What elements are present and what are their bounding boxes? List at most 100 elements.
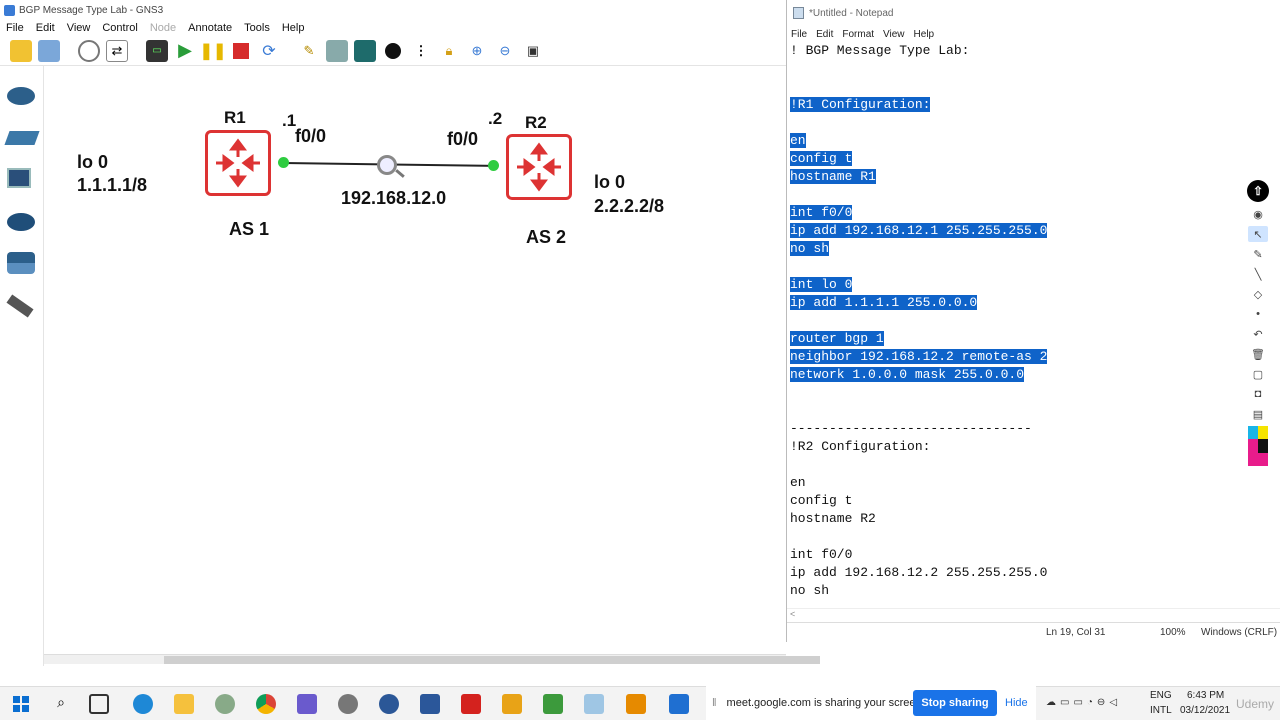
tray-icons[interactable]: ☁▭▭◔⊖◁ (1046, 697, 1121, 708)
clock-time[interactable]: 6:43 PM (1187, 690, 1224, 701)
r1-as-label[interactable]: AS 1 (229, 219, 269, 240)
share-pause-icon: ‖ (712, 697, 717, 709)
edge-icon[interactable] (133, 694, 153, 714)
menu-tools[interactable]: Tools (244, 22, 270, 34)
notepad-line (790, 258, 1250, 276)
lock-icon[interactable]: 🔒︎ (438, 40, 460, 62)
r2-loopback-address[interactable]: 2.2.2.2/8 (594, 196, 664, 217)
snipping-tool-icon[interactable] (215, 694, 235, 714)
notepad-line (790, 78, 1250, 96)
task-view-icon[interactable] (89, 694, 109, 714)
r2-as-label[interactable]: AS 2 (526, 227, 566, 248)
np-menu-edit[interactable]: Edit (816, 29, 833, 40)
notepad-line (790, 384, 1250, 402)
search-icon[interactable]: ⌕ (51, 694, 71, 714)
notepad-line-text: ! BGP Message Type Lab: (790, 43, 970, 58)
menu-annotate[interactable]: Annotate (188, 22, 232, 34)
canvas-horizontal-scrollbar[interactable] (44, 654, 820, 664)
camera-icon[interactable]: ◘ (1248, 386, 1268, 402)
lang-bottom[interactable]: INTL (1150, 705, 1172, 716)
notepad-line (790, 402, 1250, 420)
app-icon-a[interactable] (502, 694, 522, 714)
app-icon-d[interactable] (669, 694, 689, 714)
security-devices-icon[interactable] (7, 210, 37, 234)
menu-help[interactable]: Help (282, 22, 305, 34)
word-icon[interactable] (420, 694, 440, 714)
scrollbar-thumb[interactable] (164, 656, 820, 664)
capture-magnifier-icon[interactable] (377, 155, 397, 175)
r2-loopback-name[interactable]: lo 0 (594, 172, 625, 193)
file-explorer-icon[interactable] (174, 694, 194, 714)
open-project-icon[interactable] (38, 39, 60, 62)
draw-ellipse-icon[interactable] (382, 40, 404, 62)
browser-app-icon[interactable] (379, 694, 399, 714)
pen-icon[interactable]: ✎ (1248, 246, 1268, 262)
insert-picture-icon[interactable] (326, 39, 348, 62)
dot-icon[interactable]: • (1248, 306, 1268, 322)
notepad-taskbar-icon[interactable] (584, 694, 604, 714)
notepad-text-area[interactable]: ! BGP Message Type Lab: !R1 Configuration… (790, 42, 1250, 607)
line-icon[interactable]: ╲ (1248, 266, 1268, 282)
end-devices-icon[interactable] (7, 168, 37, 192)
start-all-icon[interactable]: ▶ (174, 40, 196, 62)
switches-icon[interactable] (4, 126, 40, 150)
menu-edit[interactable]: Edit (36, 22, 55, 34)
add-note-icon[interactable]: ✎ (298, 40, 320, 62)
app-icon-b[interactable] (543, 694, 563, 714)
np-menu-view[interactable]: View (883, 29, 905, 40)
topology-canvas[interactable] (44, 66, 786, 654)
snapshot-icon[interactable] (78, 39, 100, 62)
eraser-icon[interactable]: ◇ (1248, 286, 1268, 302)
router-r2[interactable] (506, 134, 572, 200)
menu-file[interactable]: File (6, 22, 24, 34)
whiteboard-icon[interactable]: ▢ (1248, 366, 1268, 382)
stop-sharing-button[interactable]: Stop sharing (913, 690, 997, 716)
menu-control[interactable]: Control (102, 22, 137, 34)
screenshot-icon[interactable]: ▣ (522, 40, 544, 62)
stop-all-icon[interactable] (230, 40, 252, 62)
r2-interface-label[interactable]: f0/0 (447, 129, 478, 150)
zoom-out-icon[interactable]: ⊖ (494, 40, 516, 62)
lang-top[interactable]: ENG (1150, 690, 1172, 701)
draw-rectangle-icon[interactable] (354, 39, 376, 62)
menu-view[interactable]: View (67, 22, 91, 34)
color-palette[interactable] (1248, 426, 1268, 466)
gns3-taskbar-icon[interactable] (338, 694, 358, 714)
hide-button[interactable]: Hide (1005, 697, 1028, 709)
r1-interface-label[interactable]: f0/0 (295, 126, 326, 147)
chrome-icon[interactable] (256, 694, 276, 714)
r2-hostname-label[interactable]: R2 (525, 113, 547, 133)
router-r1[interactable] (205, 130, 271, 196)
zoom-in-icon[interactable]: ⊕ (466, 40, 488, 62)
all-devices-icon[interactable] (7, 252, 37, 276)
routers-icon[interactable] (7, 84, 37, 108)
r1-hostname-label[interactable]: R1 (224, 108, 246, 128)
console-all-icon[interactable]: ▭ (146, 39, 168, 62)
r1-loopback-address[interactable]: 1.1.1.1/8 (77, 175, 147, 196)
trash-icon[interactable]: 🗑︎ (1248, 346, 1268, 362)
clipboard-icon[interactable]: ▤ (1248, 406, 1268, 422)
add-link-icon[interactable] (6, 294, 37, 318)
clock-date[interactable]: 03/12/2021 (1180, 705, 1230, 716)
notepad-line: ip add 192.168.12.1 255.255.255.0 (790, 222, 1250, 240)
windows-start-icon[interactable] (11, 694, 31, 714)
annotation-app-logo-icon[interactable]: ⇧ (1247, 180, 1269, 202)
cursor-icon[interactable]: ↖ (1248, 226, 1268, 242)
network-app-icon[interactable] (297, 694, 317, 714)
new-project-icon[interactable] (10, 39, 32, 62)
more-options-icon[interactable]: ⋮ (410, 40, 432, 62)
reload-all-icon[interactable]: ⟳ (258, 40, 280, 62)
network-label[interactable]: 192.168.12.0 (341, 188, 446, 209)
suspend-all-icon[interactable]: ❚❚ (200, 40, 227, 62)
notepad-horizontal-scrollbar[interactable]: < (787, 608, 1280, 621)
r1-loopback-name[interactable]: lo 0 (77, 152, 108, 173)
eye-icon[interactable]: ◉ (1248, 206, 1268, 222)
np-menu-help[interactable]: Help (914, 29, 935, 40)
r2-port-ip-label[interactable]: .2 (488, 109, 502, 129)
undo-icon[interactable]: ↶ (1248, 326, 1268, 342)
np-menu-file[interactable]: File (791, 29, 807, 40)
np-menu-format[interactable]: Format (842, 29, 874, 40)
show-interface-labels-icon[interactable]: ⇄ (106, 39, 128, 62)
app-icon-c[interactable] (626, 694, 646, 714)
acrobat-icon[interactable] (461, 694, 481, 714)
